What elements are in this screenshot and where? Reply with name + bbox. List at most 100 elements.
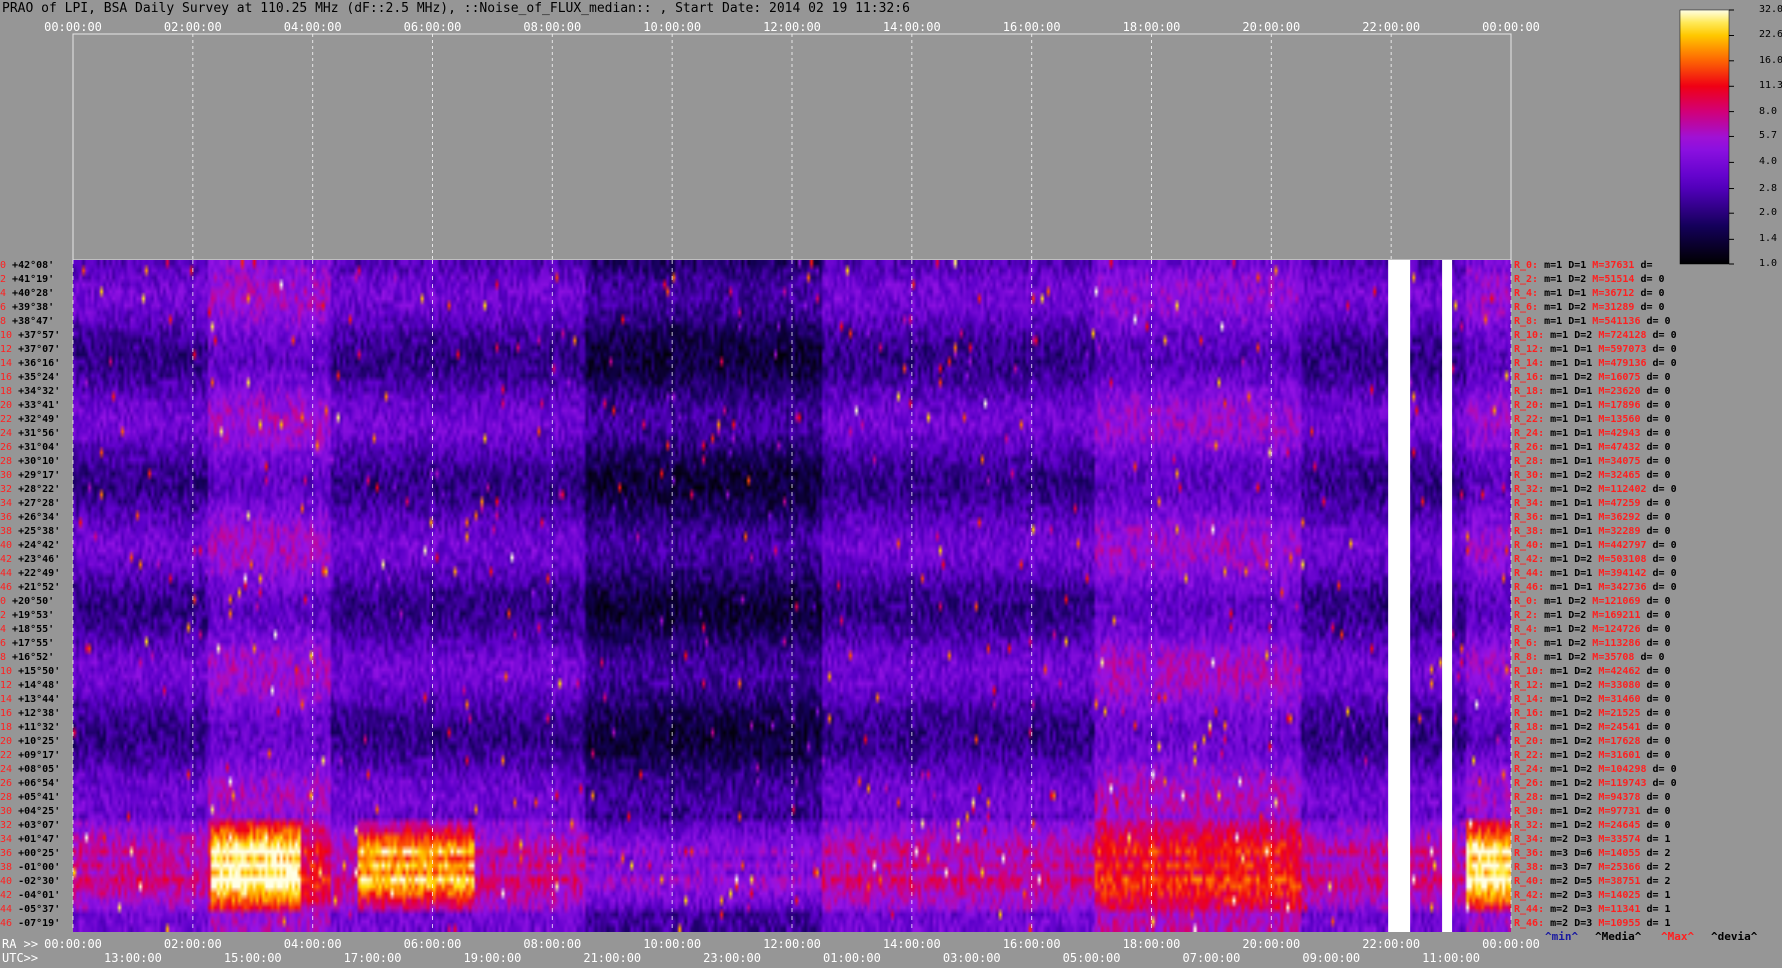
stat-m: m=1 xyxy=(1544,582,1569,593)
ra-tick-label: 14:00:00 xyxy=(882,937,941,951)
stat-r: R_24: xyxy=(1514,428,1545,439)
row-declination: +06°54' xyxy=(12,778,61,789)
row-stat: R_2: m=1 D=2 M=169211 d= 0 xyxy=(1514,611,1671,621)
row-label: 2 +41°19' xyxy=(0,275,54,285)
row-label: 32 +03°07' xyxy=(0,821,60,831)
stat-d: d= 0 xyxy=(1646,330,1677,341)
row-declination: -05°37' xyxy=(12,904,61,915)
row-label: 6 +39°38' xyxy=(0,303,54,313)
stat-m: m=1 xyxy=(1544,708,1569,719)
row-label: 28 +30°10' xyxy=(0,457,60,467)
row-label: 44 -05°37' xyxy=(0,905,60,915)
stat-m: m=1 xyxy=(1538,610,1563,621)
stat-M: M=47259 xyxy=(1592,498,1641,509)
row-label: 18 +34°32' xyxy=(0,387,60,397)
stat-D: D=1 xyxy=(1568,512,1593,523)
stat-d: d= 0 xyxy=(1640,596,1671,607)
stat-M: M=32465 xyxy=(1592,470,1641,481)
stat-d: d= 0 xyxy=(1646,764,1677,775)
row-declination: -01°00' xyxy=(12,862,61,873)
stat-m: m=1 xyxy=(1544,330,1569,341)
ra-tick-label: 08:00:00 xyxy=(523,937,582,951)
stat-d: d= 0 xyxy=(1640,792,1671,803)
utc-tick-label: 23:00:00 xyxy=(703,951,761,965)
row-stat: R_22: m=1 D=2 M=31601 d= 0 xyxy=(1514,751,1671,761)
ra-tick-label: 22:00:00 xyxy=(1362,937,1421,951)
row-label: 6 +17°55' xyxy=(0,639,54,649)
colorbar-tick-label: 2.8 xyxy=(1759,182,1778,194)
row-declination: +21°52' xyxy=(12,582,61,593)
stat-r: R_22: xyxy=(1514,414,1545,425)
stat-D: D=2 xyxy=(1568,806,1593,817)
row-stat: R_8: m=1 D=1 M=541136 d= 0 xyxy=(1514,317,1671,327)
stat-m: m=1 xyxy=(1544,750,1569,761)
stat-D: D=2 xyxy=(1568,792,1593,803)
row-index: 22 xyxy=(0,750,13,761)
stat-m: m=2 xyxy=(1544,918,1569,929)
row-label: 36 +00°25' xyxy=(0,849,60,859)
stat-r: R_28: xyxy=(1514,792,1545,803)
row-label: 10 +15°50' xyxy=(0,667,60,677)
stat-d: d= 0 xyxy=(1640,498,1671,509)
row-index: 10 xyxy=(0,330,13,341)
row-declination: +03°07' xyxy=(12,820,61,831)
stat-m: m=1 xyxy=(1544,820,1569,831)
row-label: 38 +25°38' xyxy=(0,527,60,537)
stat-r: R_46: xyxy=(1514,582,1545,593)
ra-tick-label: 20:00:00 xyxy=(1242,937,1301,951)
row-stat: R_34: m=1 D=1 M=47259 d= 0 xyxy=(1514,499,1671,509)
row-label: 30 +29°17' xyxy=(0,471,60,481)
row-index: 38 xyxy=(0,862,13,873)
row-declination: +10°25' xyxy=(12,736,61,747)
row-declination: +09°17' xyxy=(12,750,61,761)
stat-r: R_12: xyxy=(1514,680,1545,691)
stat-m: m=1 xyxy=(1544,512,1569,523)
stat-m: m=2 xyxy=(1544,876,1569,887)
stat-M: M=169211 xyxy=(1586,610,1641,621)
row-label: 20 +10°25' xyxy=(0,737,60,747)
row-declination: +37°57' xyxy=(12,330,61,341)
row-label: 14 +13°44' xyxy=(0,695,60,705)
stat-M: M=25366 xyxy=(1592,862,1641,873)
stat-D: D=3 xyxy=(1568,890,1593,901)
stat-d: d= 0 xyxy=(1634,652,1665,663)
stat-D: D=5 xyxy=(1568,876,1593,887)
stat-r: R_34: xyxy=(1514,834,1545,845)
stat-r: R_8: xyxy=(1514,316,1539,327)
ra-tick-label: 10:00:00 xyxy=(643,937,702,951)
stat-r: R_42: xyxy=(1514,554,1545,565)
stat-m: m=1 xyxy=(1544,680,1569,691)
row-declination: +14°48' xyxy=(12,680,61,691)
row-declination: +32°49' xyxy=(12,414,61,425)
row-declination: +38°47' xyxy=(6,316,55,327)
row-declination: +27°28' xyxy=(12,498,61,509)
colorbar-tick-label: 4.0 xyxy=(1759,156,1778,168)
row-declination: +39°38' xyxy=(6,302,55,313)
top-tick-label: 00:00:00 xyxy=(44,20,102,34)
stat-M: M=21525 xyxy=(1592,708,1641,719)
row-stat: R_24: m=1 D=1 M=42943 d= 0 xyxy=(1514,429,1671,439)
row-declination: +35°24' xyxy=(12,372,61,383)
stat-r: R_42: xyxy=(1514,890,1545,901)
row-label: 22 +32°49' xyxy=(0,415,60,425)
row-label: 38 -01°00' xyxy=(0,863,60,873)
row-declination: +18°55' xyxy=(6,624,55,635)
stat-d: d= 2 xyxy=(1640,848,1671,859)
stat-r: R_6: xyxy=(1514,638,1539,649)
stat-D: D=1 xyxy=(1568,456,1593,467)
row-index: 26 xyxy=(0,442,13,453)
stat-r: R_2: xyxy=(1514,610,1539,621)
row-stat: R_46: m=2 D=3 M=10955 d= 1 xyxy=(1514,919,1671,929)
row-declination: +05°41' xyxy=(12,792,61,803)
utc-tick-label: 15:00:00 xyxy=(223,951,282,965)
row-stat: R_10: m=1 D=2 M=42462 d= 0 xyxy=(1514,667,1671,677)
row-stat: R_22: m=1 D=1 M=13560 d= 0 xyxy=(1514,415,1671,425)
row-label: 40 -02°30' xyxy=(0,877,60,887)
row-stat: R_18: m=1 D=2 M=24541 d= 0 xyxy=(1514,723,1671,733)
stat-d: d= 1 xyxy=(1640,904,1671,915)
utc-tick-label: 21:00:00 xyxy=(583,951,642,965)
top-tick-label: 18:00:00 xyxy=(1122,20,1181,34)
row-label: 8 +38°47' xyxy=(0,317,54,327)
stat-d: d= 0 xyxy=(1646,778,1677,789)
stat-d: d= 0 xyxy=(1640,526,1671,537)
